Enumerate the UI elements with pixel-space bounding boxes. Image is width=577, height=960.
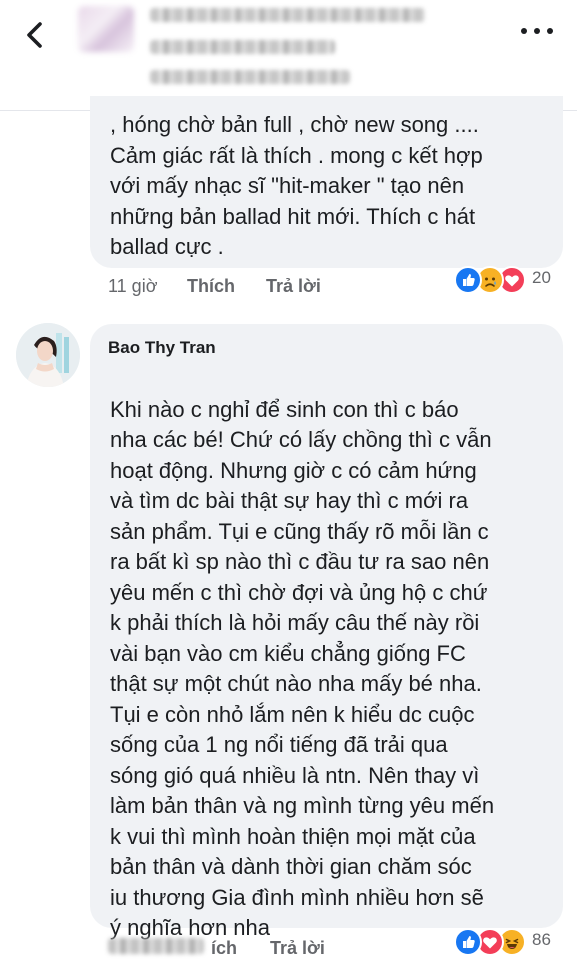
comment-2-author[interactable]: Bao Thy Tran — [108, 338, 216, 358]
comment-1-reactions[interactable]: 20 — [454, 266, 564, 294]
comment-thread-screen: , hóng chờ bản full , chờ new song .... … — [0, 0, 577, 960]
comment-2-reply-button[interactable]: Trả lời — [270, 938, 325, 959]
comment-2-body: Khi nào c nghỉ để sinh con thì c báo nha… — [110, 396, 495, 941]
comment-2-like-button[interactable]: ích — [211, 938, 237, 959]
comment-1-like-button[interactable]: Thích — [187, 276, 235, 297]
back-button[interactable] — [18, 18, 52, 52]
comment-1-time: 11 giờ — [108, 276, 158, 296]
comment-2-reaction-count: 86 — [532, 930, 551, 949]
blurred-meta — [150, 70, 350, 84]
comment-bubble-1: , hóng chờ bản full , chờ new song .... … — [90, 96, 563, 268]
comment-1-reaction-count: 20 — [532, 268, 551, 287]
chevron-left-icon — [27, 22, 42, 48]
avatar[interactable] — [16, 323, 80, 387]
blurred-name — [150, 8, 425, 22]
comment-bubble-2: Bao Thy Tran Khi nào c nghỉ để sinh con … — [90, 324, 563, 940]
comment-2-actions: ích Trả lời — [108, 938, 368, 960]
blurred-avatar — [78, 6, 134, 52]
comment-2-reactions[interactable]: 86 — [454, 928, 564, 956]
post-header — [0, 0, 577, 111]
comment-1-text: , hóng chờ bản full , chờ new song .... … — [110, 112, 483, 259]
comment-1-reply-button[interactable]: Trả lời — [266, 276, 321, 297]
like-icon — [454, 266, 482, 294]
comment-1-actions: 11 giờ Thích Trả lời — [108, 276, 368, 300]
comment-2-text: Khi nào c nghỉ để sinh con thì c báo nha… — [110, 364, 549, 960]
more-options-button[interactable] — [521, 26, 555, 40]
like-icon — [454, 928, 482, 956]
blurred-subtitle — [150, 40, 335, 54]
